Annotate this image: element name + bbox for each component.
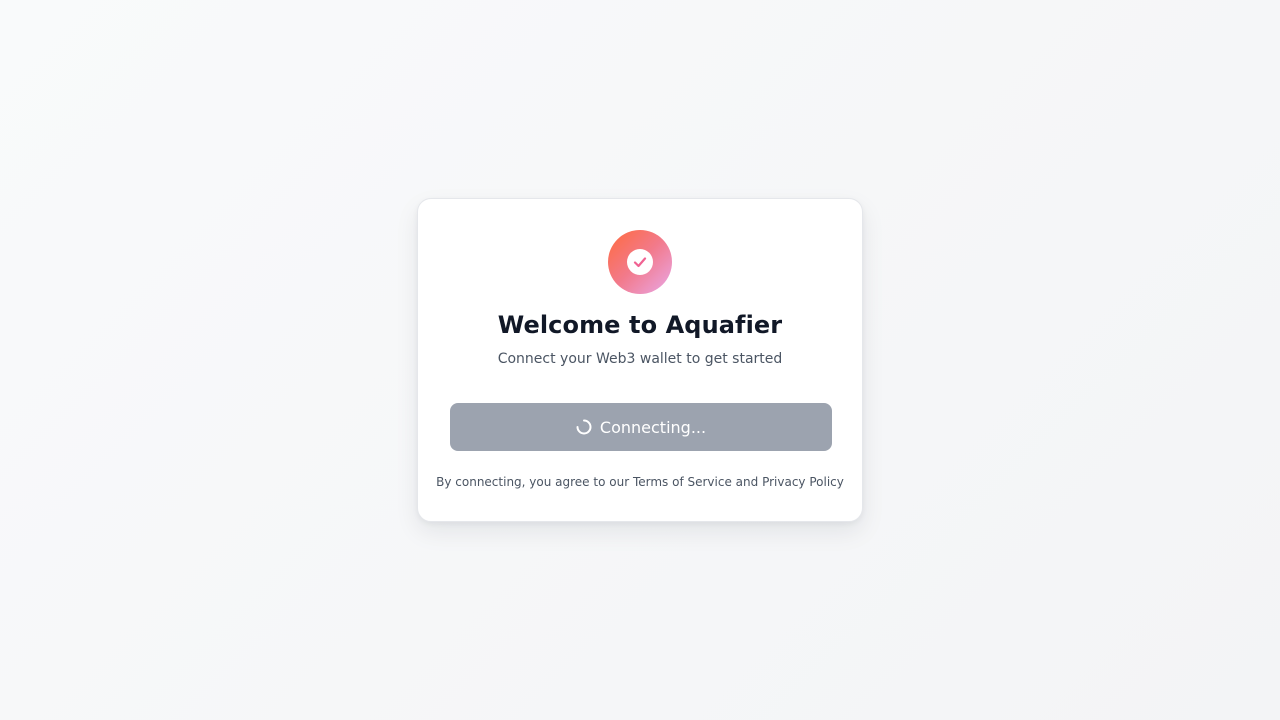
app-logo — [608, 230, 672, 294]
page-subtitle: Connect your Web3 wallet to get started — [497, 351, 783, 367]
legal-notice: By connecting, you agree to our Terms of… — [418, 475, 862, 489]
legal-conjunction: and — [735, 475, 759, 489]
privacy-policy-link[interactable]: Privacy Policy — [762, 475, 844, 489]
connect-wallet-card: Welcome to Aquafier Connect your Web3 wa… — [417, 198, 863, 522]
terms-of-service-link[interactable]: Terms of Service — [633, 475, 732, 489]
spinner-icon — [576, 419, 592, 435]
legal-prefix: By connecting, you agree to our — [436, 475, 630, 489]
page-title: Welcome to Aquafier — [497, 311, 783, 339]
connect-wallet-button[interactable]: Connecting... — [450, 403, 832, 451]
check-circle-icon — [627, 249, 653, 275]
connect-wallet-button-label: Connecting... — [599, 417, 707, 437]
